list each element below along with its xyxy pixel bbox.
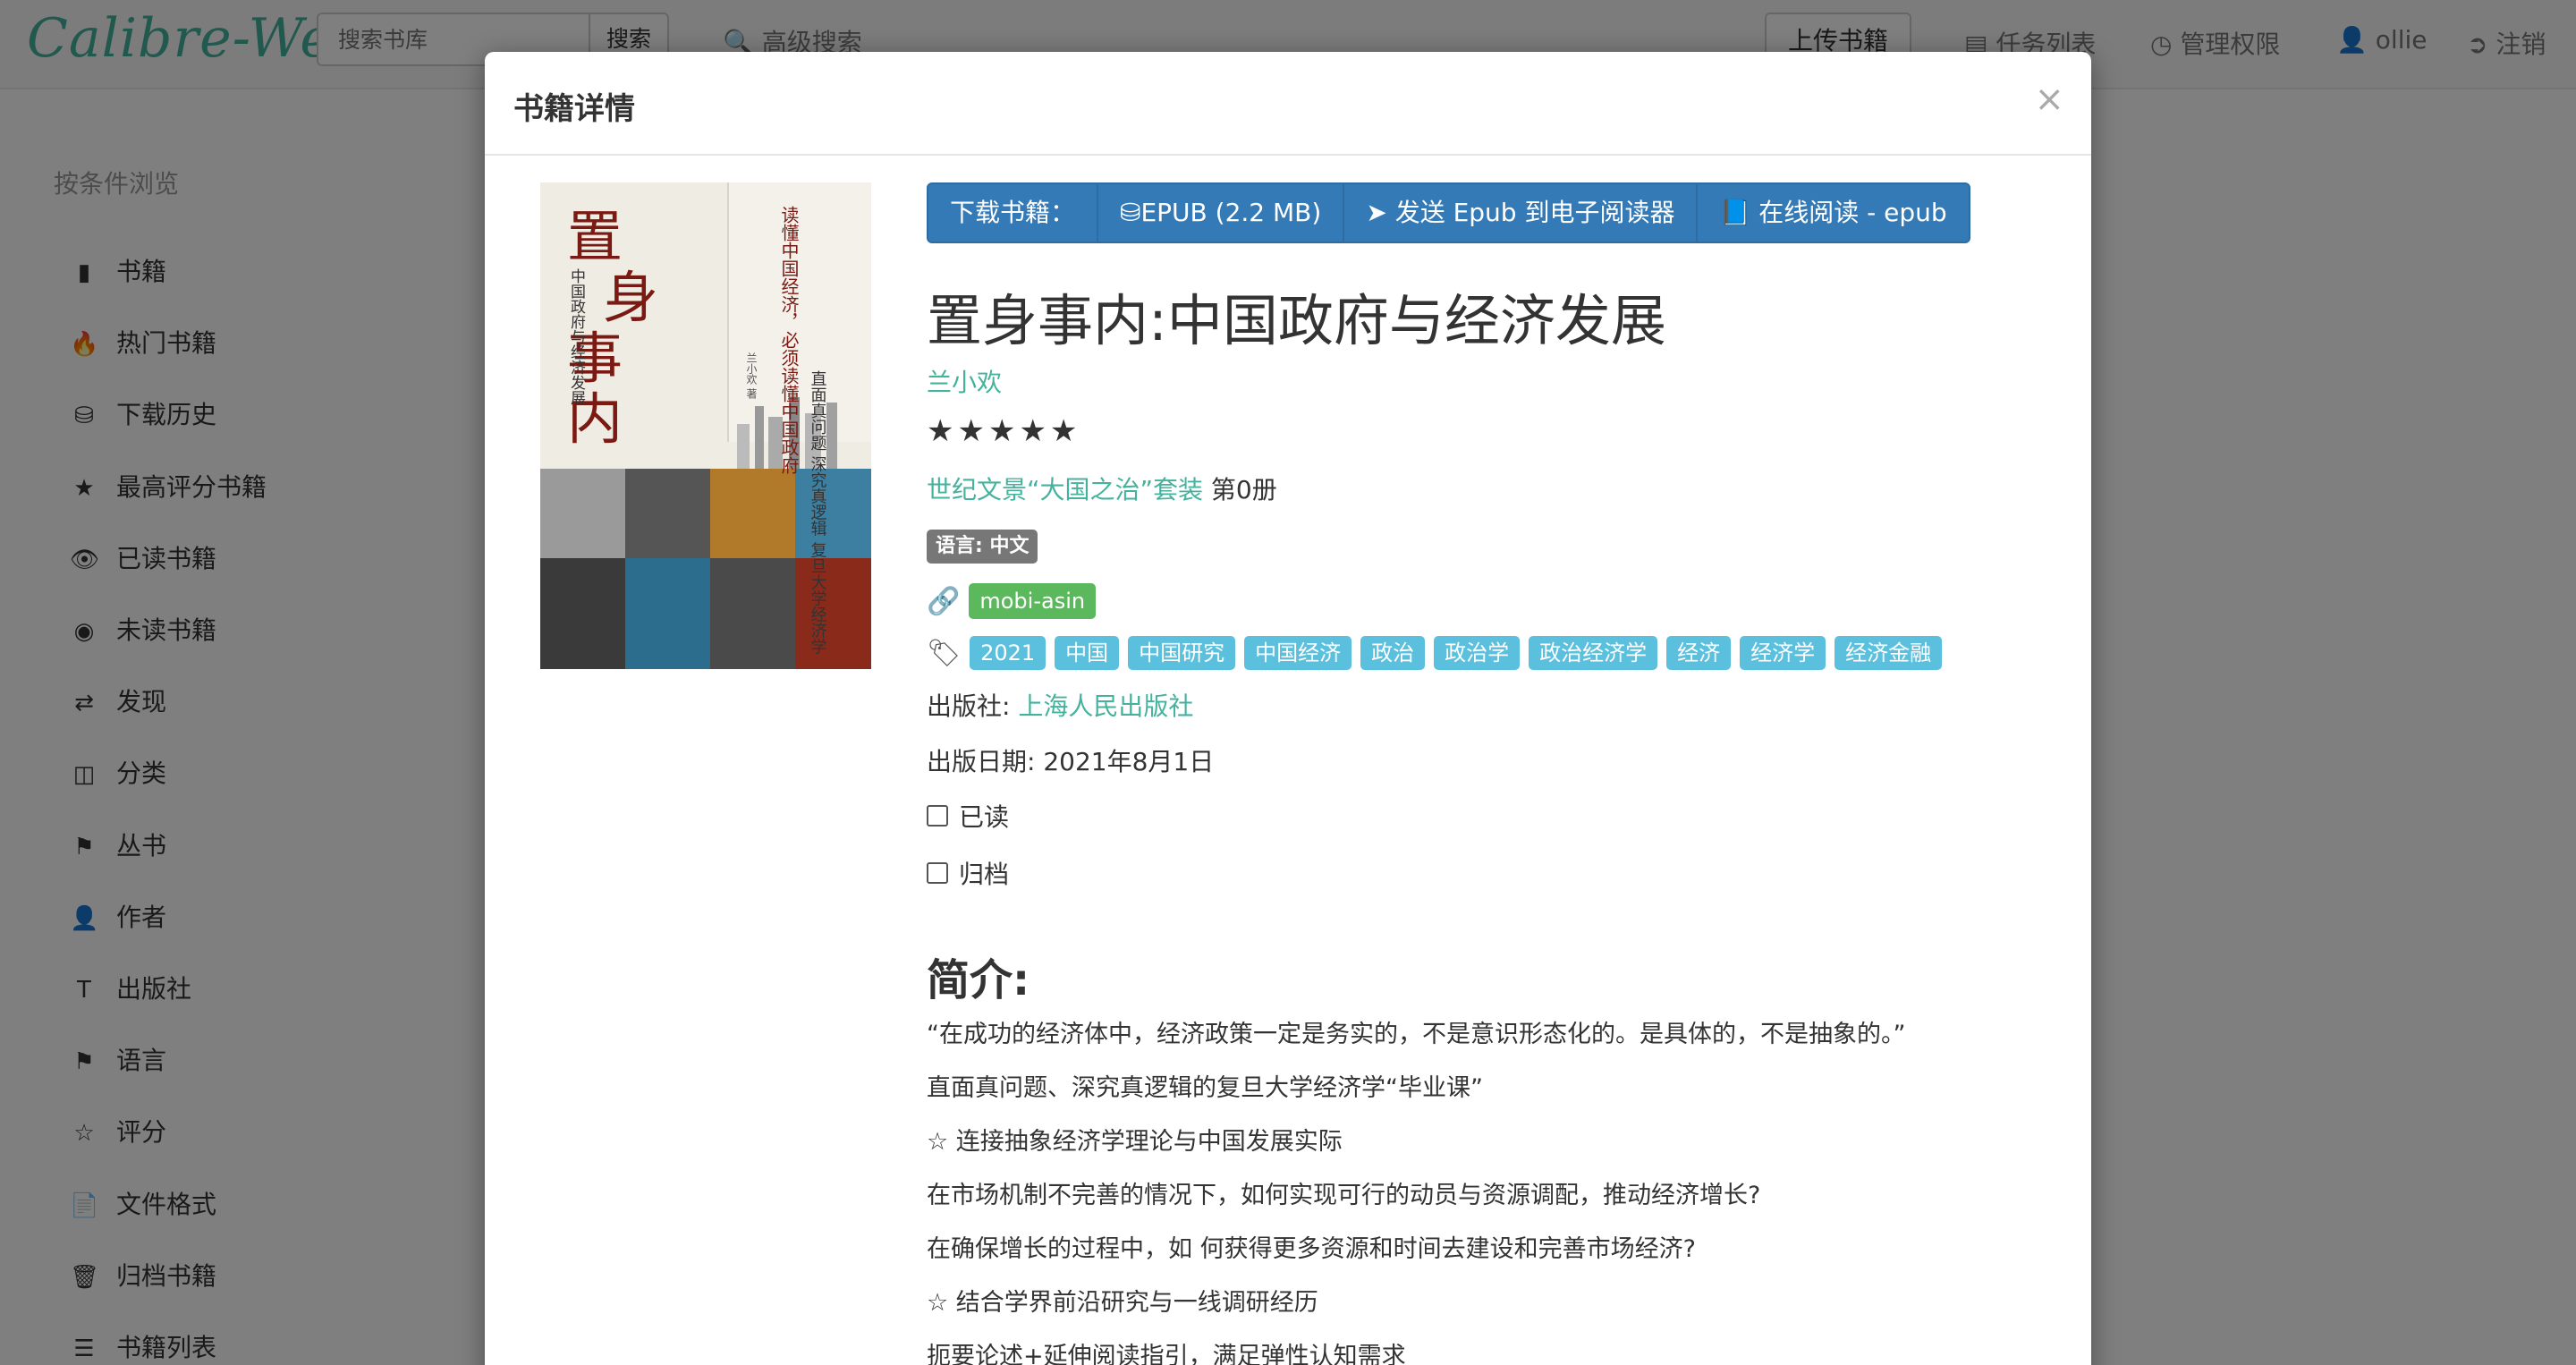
description-line: “在成功的经济体中，经济政策一定是务实的，不是意识形态化的。是具体的，不是抽象的…	[927, 1021, 1906, 1048]
rating-stars: ★★★★★	[927, 413, 1081, 449]
close-icon[interactable]: ×	[2034, 79, 2064, 120]
description-line: 扼要论述+延伸阅读指引，满足弹性认知需求	[927, 1343, 1406, 1365]
modal-header: 书籍详情 ×	[485, 52, 2091, 156]
identifier-badge[interactable]: mobi-asin	[969, 583, 1097, 619]
send-to-ereader-button[interactable]: ➤ 发送 Epub 到电子阅读器	[1344, 184, 1699, 242]
tag-badge[interactable]: 中国	[1055, 636, 1120, 670]
description-line: 直面真问题、深究真逻辑的复旦大学经济学“毕业课”	[927, 1074, 1483, 1102]
series-index: 第0册	[1210, 475, 1277, 504]
read-online-label: 在线阅读 - epub	[1758, 198, 1947, 227]
book-icon: 📘	[1719, 198, 1751, 227]
download-epub-button[interactable]: ⛁EPUB (2.2 MB)	[1098, 184, 1345, 242]
language-badge: 语言: 中文	[927, 530, 1038, 564]
cover-tagline: 读懂中国经济，必须读懂中国政府	[778, 206, 800, 474]
series-info: 世纪文景“大国之治”套装 第0册	[927, 471, 1277, 506]
tag-badge[interactable]: 中国研究	[1128, 636, 1236, 670]
archived-checkbox-row[interactable]: 归档	[927, 855, 1009, 891]
publisher-link[interactable]: 上海人民出版社	[1018, 691, 1193, 721]
download-epub-label: EPUB (2.2 MB)	[1140, 198, 1322, 227]
tag-badge[interactable]: 经济	[1666, 636, 1732, 670]
archived-checkbox[interactable]	[927, 862, 948, 884]
cover-char-2: 身	[603, 265, 658, 330]
download-label: 下载书籍：	[928, 184, 1099, 242]
book-title: 置身事内:中国政府与经济发展	[927, 288, 1666, 353]
book-cover-image: 置 身 事 内 中国政府与经济发展 读懂中国经济，必须读懂中国政府 直面真问题 …	[540, 182, 871, 669]
read-checkbox[interactable]	[927, 805, 948, 827]
publish-date: 出版日期: 2021年8月1日	[927, 747, 1215, 776]
cover-char-1: 置	[567, 204, 623, 269]
description-line: 在确保增长的过程中，如 何获得更多资源和时间去建设和完善市场经济?	[927, 1235, 1696, 1263]
link-icon: 🔗	[927, 585, 961, 617]
read-checkbox-row[interactable]: 已读	[927, 798, 1009, 834]
description-line: ☆ 结合学界前沿研究与一线调研经历	[927, 1289, 1318, 1317]
cover-side-text: 直面真问题 深究真逻辑 复旦大学经济学	[809, 370, 827, 655]
read-online-button[interactable]: 📘 在线阅读 - epub	[1698, 184, 1968, 242]
tag-badge[interactable]: 中国经济	[1244, 636, 1352, 670]
modal-title: 书籍详情	[513, 91, 635, 127]
download-icon: ⛁	[1120, 198, 1141, 227]
tags-icon: 🏷	[927, 637, 962, 669]
download-toolbar: 下载书籍： ⛁EPUB (2.2 MB) ➤ 发送 Epub 到电子阅读器 📘 …	[927, 182, 1970, 243]
book-details-modal: 书籍详情 × 置 身 事 内 中国政府与经济发展 读懂中国经济，必须读懂中国政府…	[485, 52, 2091, 1365]
cover-subtitle: 中国政府与经济发展	[567, 268, 586, 405]
tag-badge[interactable]: 经济金融	[1835, 636, 1943, 670]
read-checkbox-label: 已读	[959, 802, 1010, 832]
archived-checkbox-label: 归档	[959, 860, 1010, 889]
send-to-ereader-label: 发送 Epub 到电子阅读器	[1394, 198, 1675, 227]
series-link[interactable]: 世纪文景“大国之治”套装	[927, 475, 1203, 504]
description-heading: 简介:	[927, 955, 1030, 1005]
tag-badge[interactable]: 政治	[1360, 636, 1426, 670]
publisher-label: 出版社:	[927, 691, 1019, 721]
book-cover: 置 身 事 内 中国政府与经济发展 读懂中国经济，必须读懂中国政府 直面真问题 …	[540, 182, 871, 669]
tag-badge[interactable]: 政治学	[1434, 636, 1521, 670]
publisher-info: 出版社: 上海人民出版社	[927, 687, 1193, 723]
tag-badge[interactable]: 2021	[970, 636, 1046, 670]
description-line: ☆ 连接抽象经济学理论与中国发展实际	[927, 1128, 1343, 1156]
identifiers-row: 🔗 mobi-asin	[927, 581, 1097, 621]
send-icon: ➤	[1366, 198, 1387, 227]
cover-author: 兰小欢 著	[745, 352, 758, 400]
description-line: 在市场机制不完善的情况下，如何实现可行的动员与资源调配，推动经济增长?	[927, 1182, 1761, 1209]
tag-badge[interactable]: 经济学	[1740, 636, 1826, 670]
author-link[interactable]: 兰小欢	[927, 363, 1002, 399]
tags-row: 🏷 2021 中国 中国研究 中国经济 政治 政治学 政治经济学 经济 经济学 经济金融	[927, 633, 1943, 673]
tag-badge[interactable]: 政治经济学	[1529, 636, 1658, 670]
